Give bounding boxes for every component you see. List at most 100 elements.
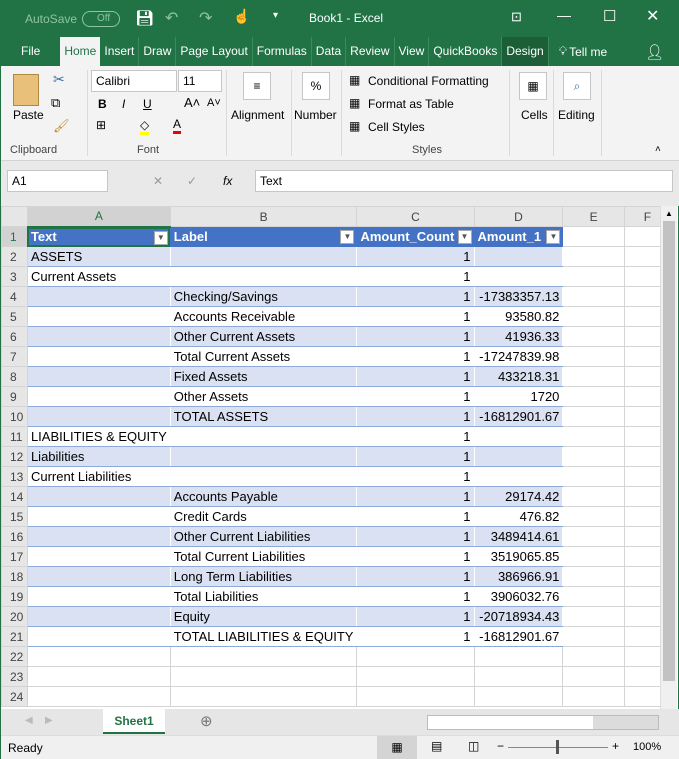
row-header[interactable]: 13 xyxy=(1,466,28,487)
cell[interactable]: 1 xyxy=(356,406,475,427)
cell[interactable] xyxy=(26,306,171,327)
row-header[interactable]: 10 xyxy=(1,406,28,427)
cell[interactable] xyxy=(473,666,564,687)
row-header[interactable]: 6 xyxy=(1,326,28,347)
row-header[interactable]: 19 xyxy=(1,586,28,607)
page-layout-view-icon[interactable]: ▤ xyxy=(431,739,442,753)
cell[interactable]: Total Liabilities xyxy=(169,586,358,607)
cell[interactable] xyxy=(169,446,358,467)
cell-styles-button[interactable]: Cell Styles xyxy=(368,120,425,134)
cell[interactable] xyxy=(562,566,625,587)
cell[interactable]: 1 xyxy=(356,466,475,487)
row-header[interactable]: 22 xyxy=(1,646,28,667)
cell[interactable] xyxy=(473,266,564,287)
row-header[interactable]: 11 xyxy=(1,426,28,447)
page-break-view-icon[interactable]: ◫ xyxy=(468,739,479,753)
percent-icon[interactable]: % xyxy=(302,72,330,100)
cut-icon[interactable]: ✂ xyxy=(53,71,65,88)
cells-icon[interactable]: ▦ xyxy=(519,72,547,100)
share-user-icon[interactable]: 👤︎ xyxy=(645,43,664,61)
cell[interactable] xyxy=(473,446,564,467)
table-header-cell[interactable]: Amount_Count ▼ xyxy=(356,226,475,247)
editing-search-icon[interactable]: ⌕ xyxy=(563,72,591,100)
cell[interactable] xyxy=(26,326,171,347)
maximize-icon[interactable]: ☐ xyxy=(603,7,616,25)
cell[interactable] xyxy=(26,686,171,707)
cell[interactable] xyxy=(169,666,358,687)
cell[interactable]: 1 xyxy=(356,586,475,607)
cell[interactable] xyxy=(26,406,171,427)
cell[interactable]: Total Current Assets xyxy=(169,346,358,367)
cell[interactable]: 29174.42 xyxy=(473,486,564,507)
increase-font-icon[interactable]: A˄ xyxy=(184,95,200,110)
row-header[interactable]: 4 xyxy=(1,286,28,307)
touch-mode-icon[interactable]: ☝ xyxy=(233,8,250,25)
row-header[interactable]: 21 xyxy=(1,626,28,647)
fill-color-icon[interactable]: ◇ xyxy=(140,118,150,135)
column-header-D[interactable]: D xyxy=(473,206,564,227)
row-header[interactable]: 24 xyxy=(1,686,28,707)
decrease-font-icon[interactable]: A˅ xyxy=(207,97,221,109)
cell[interactable] xyxy=(26,486,171,507)
cell[interactable] xyxy=(473,686,564,707)
cell[interactable] xyxy=(169,646,358,667)
cell[interactable]: Checking/Savings xyxy=(169,286,358,307)
minimize-icon[interactable]: — xyxy=(557,7,571,23)
paste-button[interactable]: Paste xyxy=(13,108,44,122)
row-header[interactable]: 17 xyxy=(1,546,28,567)
cell[interactable] xyxy=(169,266,358,287)
cell[interactable]: 1 xyxy=(356,286,475,307)
row-header[interactable]: 20 xyxy=(1,606,28,627)
name-box[interactable]: A1 xyxy=(7,170,108,192)
redo-icon[interactable]: ↷ xyxy=(199,8,212,28)
cell[interactable] xyxy=(562,546,625,567)
customize-qat-icon[interactable]: ▾ xyxy=(273,10,278,21)
cell[interactable] xyxy=(169,466,358,487)
underline-button[interactable]: U xyxy=(143,97,152,111)
cell[interactable]: 1 xyxy=(356,446,475,467)
cell[interactable]: LIABILITIES & EQUITY xyxy=(26,426,171,447)
cell[interactable] xyxy=(562,246,625,267)
cell[interactable] xyxy=(26,366,171,387)
cell[interactable] xyxy=(473,246,564,267)
horizontal-scrollbar[interactable] xyxy=(427,715,659,730)
tab-quickbooks[interactable]: QuickBooks xyxy=(429,37,503,66)
horizontal-scroll-thumb[interactable] xyxy=(428,716,593,729)
tell-me-search[interactable]: Tell me xyxy=(569,45,607,59)
cell[interactable] xyxy=(562,446,625,467)
zoom-slider-thumb[interactable] xyxy=(556,740,559,754)
cell[interactable]: Other Current Liabilities xyxy=(169,526,358,547)
cell[interactable]: Liabilities xyxy=(26,446,171,467)
cell[interactable] xyxy=(26,666,171,687)
sheet-tab-sheet1[interactable]: Sheet1 xyxy=(103,709,165,734)
cell[interactable]: -20718934.43 xyxy=(473,606,564,627)
cell[interactable]: -16812901.67 xyxy=(473,406,564,427)
collapse-ribbon-icon[interactable]: ˄ xyxy=(655,144,661,155)
cell[interactable]: 3519065.85 xyxy=(473,546,564,567)
tab-draw[interactable]: Draw xyxy=(139,37,177,66)
tab-review[interactable]: Review xyxy=(346,37,395,66)
paste-icon[interactable] xyxy=(13,74,39,106)
cell[interactable]: 41936.33 xyxy=(473,326,564,347)
row-header[interactable]: 16 xyxy=(1,526,28,547)
cells-button[interactable]: Cells xyxy=(521,108,548,122)
cell[interactable]: 1 xyxy=(356,566,475,587)
close-icon[interactable]: ✕ xyxy=(646,6,659,26)
cell[interactable] xyxy=(169,246,358,267)
cell[interactable]: 93580.82 xyxy=(473,306,564,327)
cell[interactable] xyxy=(356,686,475,707)
cell[interactable]: 3906032.76 xyxy=(473,586,564,607)
cell[interactable] xyxy=(562,586,625,607)
cell[interactable]: 1 xyxy=(356,526,475,547)
tab-design[interactable]: Design xyxy=(502,37,549,66)
font-size-dropdown[interactable]: 11 xyxy=(178,70,222,92)
cell[interactable] xyxy=(562,466,625,487)
cell[interactable]: Accounts Payable xyxy=(169,486,358,507)
filter-dropdown-icon[interactable]: ▼ xyxy=(340,230,355,244)
alignment-icon[interactable]: ≡ xyxy=(243,72,271,100)
cell[interactable]: 1 xyxy=(356,626,475,647)
cell[interactable]: Other Assets xyxy=(169,386,358,407)
zoom-in-icon[interactable]: + xyxy=(612,739,619,753)
font-name-dropdown[interactable]: Calibri xyxy=(91,70,177,92)
select-all-corner[interactable] xyxy=(1,206,28,227)
